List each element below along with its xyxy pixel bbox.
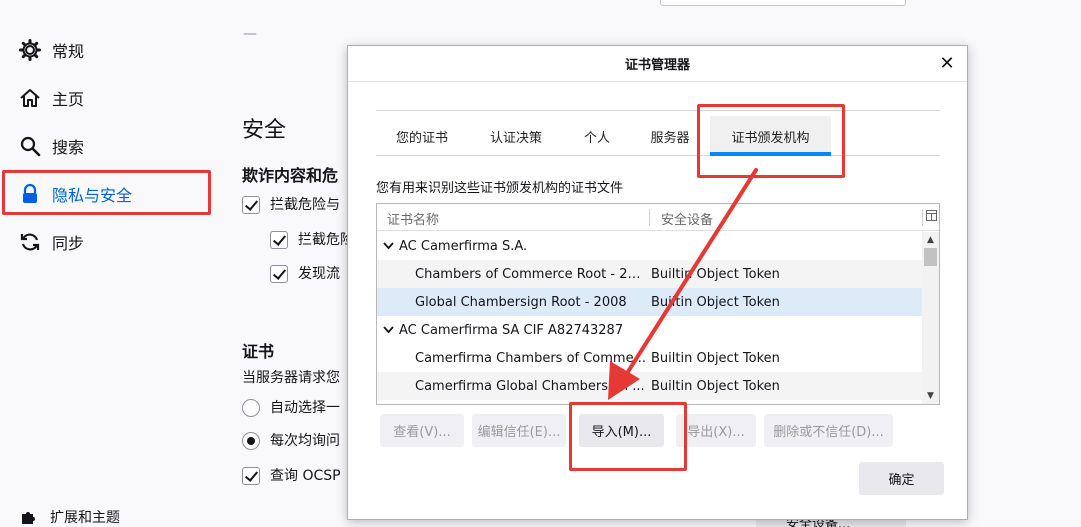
- block-dangerous-checkbox[interactable]: 拦截危险与: [242, 194, 340, 214]
- scroll-thumb[interactable]: [924, 248, 937, 266]
- block-dangerous-downloads-checkbox[interactable]: 拦截危险: [270, 229, 354, 249]
- home-icon: [18, 86, 42, 110]
- checkbox[interactable]: [242, 196, 260, 214]
- tab-authentication-decisions[interactable]: 认证决策: [474, 116, 558, 156]
- cert-name: Chambers of Commerce Root - 20...: [415, 266, 647, 282]
- checkbox-label: 查询 OCSP: [270, 468, 341, 484]
- sidebar-item-sync[interactable]: 同步: [18, 222, 84, 262]
- checkbox-label: 发现流: [298, 266, 340, 282]
- tab-your-certificates[interactable]: 您的证书: [384, 116, 460, 156]
- tree-rows: AC Camerfirma S.A. Chambers of Commerce …: [377, 232, 922, 400]
- checkbox[interactable]: [242, 467, 260, 485]
- cert-device: Builtin Object Token: [651, 378, 780, 394]
- certificates-description: 当服务器请求您: [242, 370, 340, 386]
- radio-label: 自动选择一: [270, 400, 340, 416]
- tree-item-row[interactable]: Camerfirma Global Chambersign ... Builti…: [377, 372, 922, 400]
- sidebar-item-label: 主页: [52, 90, 85, 109]
- warn-unwanted-checkbox[interactable]: 发现流: [270, 263, 340, 283]
- certificate-tree[interactable]: 证书名称 安全设备 AC Camerfirma S.A. Chambers of…: [376, 203, 940, 405]
- divider-dash: —: [243, 26, 257, 42]
- search-icon: [18, 134, 42, 158]
- cert-device: Builtin Object Token: [651, 266, 780, 282]
- auto-select-radio[interactable]: 自动选择一: [242, 397, 340, 417]
- group-name: AC Camerfirma SA CIF A82743287: [399, 322, 624, 338]
- tree-item-row[interactable]: Global Chambersign Root - 2008 Builtin O…: [377, 288, 922, 316]
- tree-item-row[interactable]: Camerfirma Chambers of Comme... Builtin …: [377, 344, 922, 372]
- sidebar-item-label: 扩展和主题: [50, 510, 120, 526]
- query-ocsp-checkbox[interactable]: 查询 OCSP: [242, 465, 341, 485]
- sidebar-item-home[interactable]: 主页: [18, 78, 84, 118]
- tree-header: 证书名称 安全设备: [377, 204, 939, 231]
- sidebar-item-label: 同步: [52, 234, 85, 253]
- delete-or-distrust-button[interactable]: 删除或不信任(D)...: [764, 414, 893, 447]
- sidebar-item-label: 隐私与安全: [52, 186, 133, 205]
- lock-icon: [18, 182, 42, 206]
- export-button[interactable]: 导出(X)...: [676, 414, 756, 447]
- column-header-device[interactable]: 安全设备: [661, 209, 713, 228]
- sidebar-item-privacy[interactable]: 隐私与安全: [18, 174, 132, 214]
- chevron-down-icon[interactable]: [383, 239, 397, 253]
- sidebar: 常规 主页 搜索 隐私与安全 同步 扩展和主题: [0, 0, 220, 527]
- cert-name: Camerfirma Chambers of Comme...: [415, 350, 646, 366]
- sidebar-item-addons[interactable]: 扩展和主题: [18, 505, 120, 527]
- view-button[interactable]: 查看(V)...: [380, 414, 464, 447]
- radio-label: 每次均询问: [270, 433, 340, 449]
- column-splitter[interactable]: [922, 209, 923, 226]
- tree-item-row[interactable]: Chambers of Commerce Root - 20... Builti…: [377, 260, 922, 288]
- dialog-title: 证书管理器: [624, 58, 690, 73]
- tree-group-row[interactable]: AC Camerfirma S.A.: [377, 232, 922, 260]
- close-icon[interactable]: ✕: [937, 53, 957, 74]
- certificate-manager-dialog: 证书管理器 ✕ 您的证书 认证决策 个人 服务器 证书颁发机构 您有用来识别这些…: [347, 45, 968, 520]
- deceptive-content-heading: 欺诈内容和危: [242, 166, 339, 185]
- import-button[interactable]: 导入(M)...: [579, 414, 664, 447]
- tab-bar: 您的证书 认证决策 个人 服务器 证书颁发机构: [376, 116, 940, 156]
- cert-device: Builtin Object Token: [651, 350, 780, 366]
- sidebar-item-search[interactable]: 搜索: [18, 126, 84, 166]
- checkbox[interactable]: [270, 231, 288, 249]
- ok-button[interactable]: 确定: [859, 462, 944, 495]
- security-heading: 安全: [242, 118, 287, 143]
- cert-name: Camerfirma Global Chambersign ...: [415, 378, 645, 394]
- sidebar-item-label: 搜索: [52, 138, 85, 157]
- cert-device: Builtin Object Token: [651, 294, 780, 310]
- certificates-heading: 证书: [242, 342, 275, 361]
- column-picker-icon[interactable]: [926, 210, 938, 222]
- tab-servers[interactable]: 服务器: [638, 116, 702, 156]
- top-input-remnant[interactable]: [660, 0, 906, 6]
- group-name: AC Camerfirma S.A.: [399, 238, 528, 254]
- sidebar-item-label: 常规: [52, 42, 85, 61]
- checkbox[interactable]: [270, 265, 288, 283]
- column-splitter[interactable]: [649, 209, 650, 226]
- column-header-name[interactable]: 证书名称: [387, 209, 439, 228]
- authorities-description: 您有用来识别这些证书颁发机构的证书文件: [376, 181, 624, 196]
- ask-every-time-radio[interactable]: 每次均询问: [242, 430, 340, 450]
- sync-icon: [18, 230, 42, 254]
- radio[interactable]: [242, 399, 260, 417]
- title-separator: [348, 81, 967, 82]
- tab-people[interactable]: 个人: [572, 116, 622, 156]
- scroll-up-arrow-icon[interactable]: ▲: [922, 232, 939, 248]
- tab-authorities[interactable]: 证书颁发机构: [710, 116, 831, 156]
- cert-name: Global Chambersign Root - 2008: [415, 294, 627, 310]
- tree-group-row[interactable]: AC Camerfirma SA CIF A82743287: [377, 316, 922, 344]
- gear-icon: [18, 38, 42, 62]
- radio[interactable]: [242, 432, 260, 450]
- edit-trust-button[interactable]: 编辑信任(E)...: [472, 414, 566, 447]
- puzzle-icon: [18, 507, 38, 527]
- tree-scrollbar[interactable]: ▲ ▼: [922, 232, 939, 404]
- scroll-down-arrow-icon[interactable]: ▼: [922, 388, 939, 404]
- chevron-down-icon[interactable]: [383, 323, 397, 337]
- tabs-top-divider: [376, 110, 940, 111]
- sidebar-item-general[interactable]: 常规: [18, 30, 84, 70]
- checkbox-label: 拦截危险与: [270, 197, 340, 213]
- checkbox-label: 拦截危险: [298, 232, 354, 248]
